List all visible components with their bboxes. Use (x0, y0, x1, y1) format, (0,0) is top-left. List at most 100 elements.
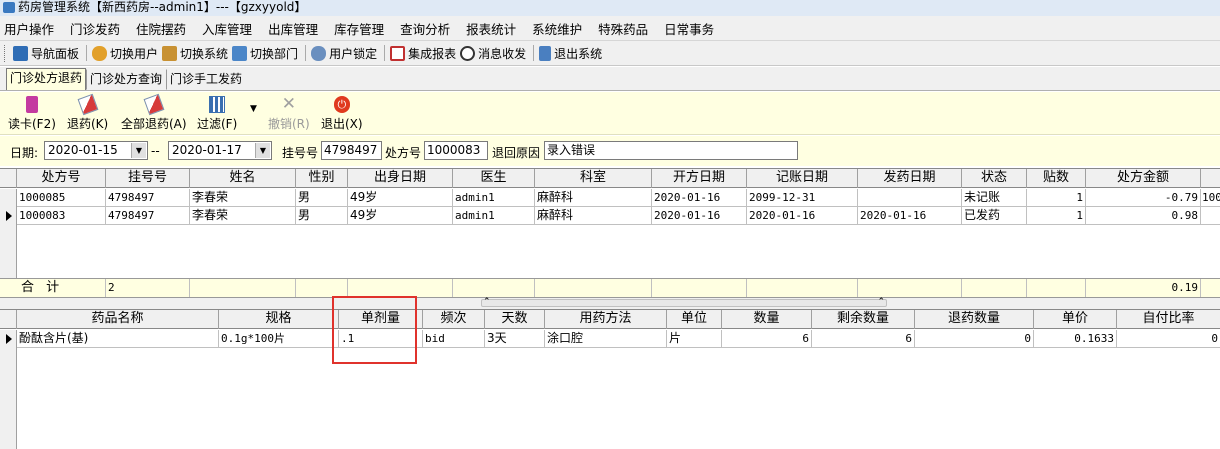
toolbar-separator (384, 45, 386, 61)
col-dispense-date[interactable]: 发药日期 (858, 169, 962, 188)
switch-dept-button[interactable]: 切换部门 (232, 45, 298, 62)
cell-age: 49岁 (348, 207, 453, 225)
col-drug-name[interactable]: 药品名称 (17, 310, 219, 329)
col-status[interactable]: 状态 (962, 169, 1027, 188)
col-quantity[interactable]: 数量 (722, 310, 812, 329)
menu-inpatient-dispense[interactable]: 住院摆药 (136, 19, 186, 38)
date-from-picker[interactable]: 2020-01-15 ▼ (44, 141, 148, 160)
tab-manual-dispense[interactable]: 门诊手工发药 (166, 69, 246, 90)
exit-button[interactable]: ⏻ 退出(X) (321, 96, 363, 132)
exit-system-button[interactable]: 退出系统 (539, 45, 602, 62)
col-reg-no[interactable]: 挂号号 (106, 169, 190, 188)
nav-panel-button[interactable]: 导航面板 (13, 45, 79, 62)
return-all-button[interactable]: 全部退药(A) (121, 93, 187, 132)
menu-reports[interactable]: 报表统计 (466, 19, 516, 38)
cell-extra: 100 (1201, 189, 1220, 207)
cell-drug-name: 酚酞含片(基) (17, 330, 219, 348)
table-row[interactable]: 酚酞含片(基) 0.1g*100片 .1 bid 3天 涂口腔 片 6 6 0 … (0, 330, 1220, 348)
drug-grid: 药品名称 规格 单剂量 频次 天数 用药方法 单位 数量 剩余数量 退药数量 单… (0, 309, 1220, 449)
message-button[interactable]: 消息收发 (460, 45, 526, 62)
date-to-picker[interactable]: 2020-01-17 ▼ (168, 141, 272, 160)
table-row[interactable]: 1000085 4798497 李春荣 男 49岁 admin1 麻醉科 202… (0, 189, 1220, 207)
summary-cell (1027, 279, 1086, 297)
cell-reg-no: 4798497 (106, 207, 190, 225)
col-age[interactable]: 出身日期 (348, 169, 453, 188)
col-unit[interactable]: 单位 (667, 310, 722, 329)
col-days[interactable]: 天数 (485, 310, 545, 329)
reg-no-input[interactable]: 4798497 (321, 141, 382, 160)
chevron-up-icon[interactable]: ⌃ (877, 297, 885, 307)
cell-status: 未记账 (962, 189, 1027, 207)
cancel-button[interactable]: ✕ 撤销(R) (268, 96, 310, 132)
menu-user-ops[interactable]: 用户操作 (4, 19, 54, 38)
col-billing-date[interactable]: 记账日期 (747, 169, 858, 188)
main-toolbar: 导航面板 切换用户 切换系统 切换部门 用户锁定 集成报表 消息收发 退出系统 (0, 41, 1220, 66)
eraser-icon (143, 93, 165, 116)
filter-grid-icon (209, 96, 226, 113)
return-reason-label: 退回原因 (492, 146, 541, 160)
cell-doses: 1 (1027, 207, 1086, 225)
col-return-qty[interactable]: 退药数量 (915, 310, 1034, 329)
lock-icon (311, 45, 327, 61)
chevron-up-icon[interactable]: ⌃ (483, 297, 491, 307)
switch-user-button[interactable]: 切换用户 (92, 45, 158, 62)
cell-frequency: bid (423, 330, 485, 348)
header-indicator (0, 310, 17, 329)
grid-splitter[interactable]: ⌃ ⌃ (0, 297, 1220, 309)
col-rx-no[interactable]: 处方号 (17, 169, 106, 188)
date-label: 日期: (10, 146, 39, 160)
rx-no-input[interactable]: 1000083 (424, 141, 488, 160)
menu-system[interactable]: 系统维护 (532, 19, 582, 38)
header-indicator (0, 169, 17, 188)
return-reason-input[interactable]: 录入错误 (544, 141, 798, 160)
cell-gender: 男 (296, 189, 348, 207)
summary-cell (453, 279, 535, 297)
tab-outpatient-query[interactable]: 门诊处方查询 (86, 69, 166, 90)
col-name[interactable]: 姓名 (190, 169, 296, 188)
menu-inventory[interactable]: 库存管理 (334, 19, 384, 38)
cell-reg-no: 4798497 (106, 189, 190, 207)
col-doctor[interactable]: 医生 (453, 169, 535, 188)
integrated-report-button[interactable]: 集成报表 (390, 45, 456, 62)
menu-query[interactable]: 查询分析 (400, 19, 450, 38)
cell-spec: 0.1g*100片 (219, 330, 339, 348)
col-doses[interactable]: 贴数 (1027, 169, 1086, 188)
menu-special-drugs[interactable]: 特殊药品 (598, 19, 648, 38)
user-lock-button[interactable]: 用户锁定 (311, 45, 377, 62)
tab-outpatient-return[interactable]: 门诊处方退药 (6, 68, 87, 90)
summary-row: 合 计 2 0.19 (0, 278, 1220, 298)
col-rx-amount[interactable]: 处方金额 (1086, 169, 1201, 188)
col-spec[interactable]: 规格 (219, 310, 339, 329)
col-remaining[interactable]: 剩余数量 (812, 310, 915, 329)
table-row[interactable]: 1000083 4798497 李春荣 男 49岁 admin1 麻醉科 202… (0, 207, 1220, 225)
cell-billing-date: 2020-01-16 (747, 207, 858, 225)
col-gender[interactable]: 性别 (296, 169, 348, 188)
cell-self-pay-ratio: 0 (1117, 330, 1220, 348)
filter-dropdown-arrow[interactable]: ▼ (250, 104, 257, 114)
col-unit-dose[interactable]: 单剂量 (339, 310, 423, 329)
menu-stock-in[interactable]: 入库管理 (202, 19, 252, 38)
filter-button[interactable]: 过滤(F) (197, 96, 237, 132)
menu-outpatient-dispense[interactable]: 门诊发药 (70, 19, 120, 38)
col-frequency[interactable]: 频次 (423, 310, 485, 329)
col-usage[interactable]: 用药方法 (545, 310, 667, 329)
menu-daily[interactable]: 日常事务 (664, 19, 714, 38)
cell-unit-dose[interactable]: .1 (339, 330, 423, 348)
splitter-handle[interactable]: ⌃ ⌃ (481, 297, 887, 307)
date-to-value: 2020-01-17 (172, 143, 242, 157)
cell-dispense-date (858, 189, 962, 207)
cell-return-qty[interactable]: 0 (915, 330, 1034, 348)
read-card-button[interactable]: 读卡(F2) (8, 96, 56, 132)
menu-stock-out[interactable]: 出库管理 (268, 19, 318, 38)
col-department[interactable]: 科室 (535, 169, 652, 188)
col-self-pay-ratio[interactable]: 自付比率 (1117, 310, 1220, 329)
toolbar-grip[interactable] (4, 44, 7, 62)
toolbar-separator (305, 45, 307, 61)
col-unit-price[interactable]: 单价 (1034, 310, 1117, 329)
cell-rx-no: 1000083 (17, 207, 106, 225)
return-drug-button[interactable]: 退药(K) (67, 93, 108, 132)
switch-system-button[interactable]: 切换系统 (162, 45, 228, 62)
chevron-down-icon[interactable]: ▼ (255, 143, 270, 158)
chevron-down-icon[interactable]: ▼ (131, 143, 146, 158)
col-rx-date[interactable]: 开方日期 (652, 169, 747, 188)
